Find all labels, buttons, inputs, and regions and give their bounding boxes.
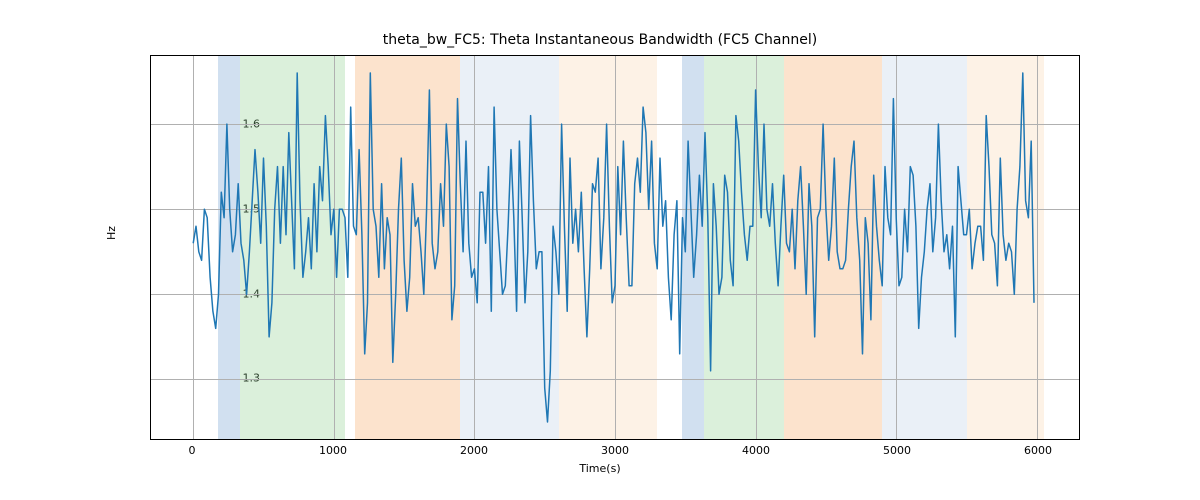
xtick-label: 3000 [601, 444, 629, 457]
xtick-label: 2000 [460, 444, 488, 457]
figure: theta_bw_FC5: Theta Instantaneous Bandwi… [0, 0, 1200, 500]
xtick-label: 5000 [883, 444, 911, 457]
xtick-label: 1000 [319, 444, 347, 457]
line-series [151, 56, 1079, 439]
xtick-label: 0 [189, 444, 196, 457]
xtick-label: 6000 [1024, 444, 1052, 457]
y-axis-label: Hz [105, 226, 118, 240]
axes [150, 55, 1080, 440]
plot-area [151, 56, 1079, 439]
xtick-label: 4000 [742, 444, 770, 457]
x-axis-label: Time(s) [0, 462, 1200, 475]
chart-title: theta_bw_FC5: Theta Instantaneous Bandwi… [0, 32, 1200, 48]
